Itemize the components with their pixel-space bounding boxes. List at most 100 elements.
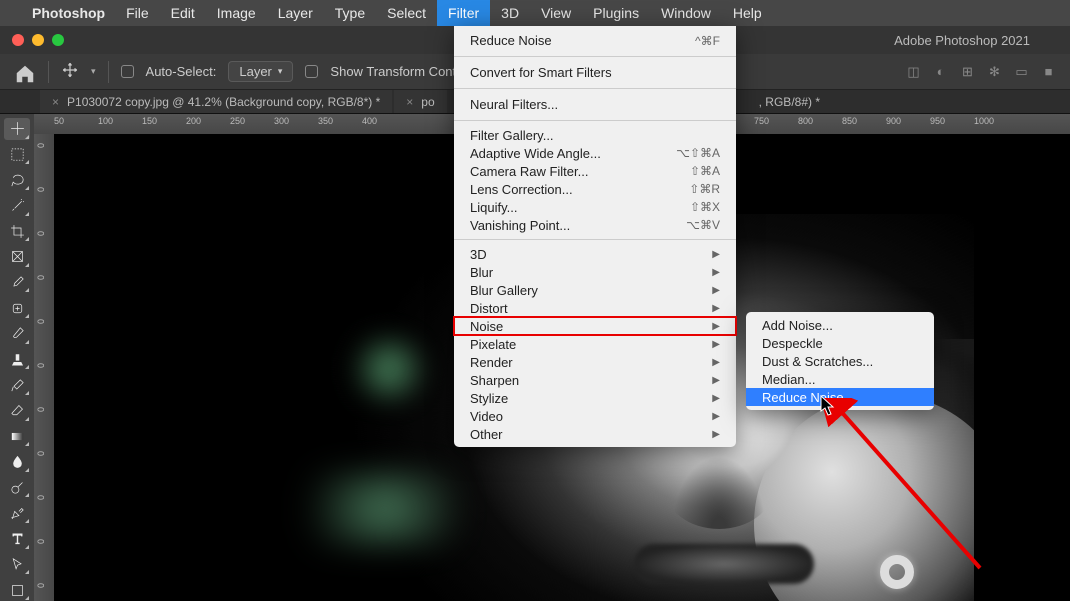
submenu-item-median[interactable]: Median... bbox=[746, 370, 934, 388]
tool-chevron-icon[interactable]: ▾ bbox=[91, 66, 96, 77]
screen-mode-icon[interactable]: ▭ bbox=[1014, 64, 1029, 79]
submenu-chevron-icon: ▶ bbox=[712, 429, 720, 440]
blur-tool[interactable] bbox=[4, 451, 30, 473]
menu-item-label: Convert for Smart Filters bbox=[470, 65, 612, 80]
brush-tool[interactable] bbox=[4, 323, 30, 345]
menu-item-vanishing-point[interactable]: Vanishing Point...⌥⌘V bbox=[454, 216, 736, 234]
menu-item-blur[interactable]: Blur▶ bbox=[454, 263, 736, 281]
document-tab[interactable]: × po bbox=[394, 90, 446, 113]
eyedropper-tool[interactable] bbox=[4, 272, 30, 294]
gradient-tool[interactable] bbox=[4, 426, 30, 448]
menu-file[interactable]: File bbox=[115, 0, 160, 26]
show-transform-checkbox[interactable] bbox=[305, 65, 318, 78]
menu-item-label: Reduce Noise bbox=[470, 33, 552, 48]
menu-item-stylize[interactable]: Stylize ▶ bbox=[454, 389, 736, 407]
ruler-tick: 0 bbox=[36, 187, 46, 192]
document-tab[interactable]: × P1030072 copy.jpg @ 41.2% (Background … bbox=[40, 90, 392, 113]
tab-label: P1030072 copy.jpg @ 41.2% (Background co… bbox=[67, 95, 380, 109]
traffic-close[interactable] bbox=[12, 34, 24, 46]
magic-wand-tool[interactable] bbox=[4, 195, 30, 217]
menu-item-blur-gallery[interactable]: Blur Gallery▶ bbox=[454, 281, 736, 299]
menu-item-neural-filters[interactable]: Neural Filters... bbox=[454, 94, 736, 115]
app-name[interactable]: Photoshop bbox=[32, 5, 105, 21]
submenu-item-despeckle[interactable]: Despeckle bbox=[746, 334, 934, 352]
move-tool-icon[interactable] bbox=[61, 61, 79, 82]
submenu-item-reduce-noise[interactable]: Reduce Noise... bbox=[746, 388, 934, 406]
menu-item-camera-raw[interactable]: Camera Raw Filter...⇧⌘A bbox=[454, 162, 736, 180]
home-icon[interactable] bbox=[14, 63, 36, 81]
menu-edit[interactable]: Edit bbox=[160, 0, 206, 26]
menu-item-convert-smart[interactable]: Convert for Smart Filters bbox=[454, 62, 736, 83]
close-icon[interactable]: × bbox=[52, 95, 59, 109]
menu-window[interactable]: Window bbox=[650, 0, 722, 26]
submenu-item-dust-scratches[interactable]: Dust & Scratches... bbox=[746, 352, 934, 370]
menu-view[interactable]: View bbox=[530, 0, 582, 26]
menu-item-label: Other bbox=[470, 427, 503, 442]
shape-tool[interactable] bbox=[4, 579, 30, 601]
frame-tool[interactable] bbox=[4, 246, 30, 268]
menu-item-label: Noise bbox=[470, 319, 503, 334]
pen-tool[interactable] bbox=[4, 502, 30, 524]
crop-tool[interactable] bbox=[4, 221, 30, 243]
grid-icon[interactable]: ⊞ bbox=[960, 64, 975, 79]
menu-select[interactable]: Select bbox=[376, 0, 437, 26]
tab-label: po bbox=[421, 95, 434, 109]
menu-item-pixelate[interactable]: Pixelate▶ bbox=[454, 335, 736, 353]
menu-image[interactable]: Image bbox=[206, 0, 267, 26]
auto-select-checkbox[interactable] bbox=[121, 65, 134, 78]
menu-separator bbox=[454, 88, 736, 89]
menu-layer[interactable]: Layer bbox=[267, 0, 324, 26]
healing-brush-tool[interactable] bbox=[4, 297, 30, 319]
menu-filter[interactable]: Filter bbox=[437, 0, 490, 26]
menu-item-label: Stylize bbox=[470, 391, 508, 406]
gear-icon[interactable]: ✻ bbox=[987, 64, 1002, 79]
clone-stamp-tool[interactable] bbox=[4, 349, 30, 371]
menu-item-adaptive-wide-angle[interactable]: Adaptive Wide Angle...⌥⇧⌘A bbox=[454, 144, 736, 162]
menu-item-last-filter[interactable]: Reduce Noise^⌘F bbox=[454, 30, 736, 51]
type-tool[interactable] bbox=[4, 528, 30, 550]
path-selection-tool[interactable] bbox=[4, 554, 30, 576]
dodge-tool[interactable] bbox=[4, 477, 30, 499]
close-icon[interactable]: × bbox=[406, 95, 413, 109]
menu-item-distort[interactable]: Distort▶ bbox=[454, 299, 736, 317]
menu-plugins[interactable]: Plugins bbox=[582, 0, 650, 26]
auto-select-dropdown[interactable]: Layer ▾ bbox=[228, 61, 293, 82]
menu-3d[interactable]: 3D bbox=[490, 0, 530, 26]
menu-item-render[interactable]: Render▶ bbox=[454, 353, 736, 371]
move-tool[interactable] bbox=[4, 118, 30, 140]
marquee-tool[interactable] bbox=[4, 144, 30, 166]
menu-help[interactable]: Help bbox=[722, 0, 773, 26]
eraser-tool[interactable] bbox=[4, 400, 30, 422]
menu-item-filter-gallery[interactable]: Filter Gallery... bbox=[454, 126, 736, 144]
menu-item-lens-correction[interactable]: Lens Correction...⇧⌘R bbox=[454, 180, 736, 198]
menu-item-sharpen[interactable]: Sharpen ▶ bbox=[454, 371, 736, 389]
menu-item-label: Lens Correction... bbox=[470, 182, 573, 197]
ruler-tick: 0 bbox=[36, 143, 46, 148]
menu-item-3d[interactable]: 3D▶ bbox=[454, 245, 736, 263]
history-brush-tool[interactable] bbox=[4, 374, 30, 396]
menu-item-video[interactable]: Video▶ bbox=[454, 407, 736, 425]
menu-item-label: Distort bbox=[470, 301, 508, 316]
3d-mode-icon[interactable]: ◫ bbox=[906, 64, 921, 79]
menu-item-liquify[interactable]: Liquify...⇧⌘X bbox=[454, 198, 736, 216]
menu-item-label: Sharpen bbox=[470, 373, 519, 388]
ruler-tick: 0 bbox=[36, 231, 46, 236]
traffic-zoom[interactable] bbox=[52, 34, 64, 46]
menu-item-label: Reduce Noise... bbox=[762, 390, 855, 405]
ruler-tick: 250 bbox=[230, 116, 245, 126]
ruler-tick: 950 bbox=[930, 116, 945, 126]
submenu-chevron-icon: ▶ bbox=[712, 375, 720, 386]
menu-separator bbox=[454, 239, 736, 240]
menu-type[interactable]: Type bbox=[324, 0, 376, 26]
submenu-chevron-icon: ▶ bbox=[712, 393, 720, 404]
menu-separator bbox=[454, 56, 736, 57]
menu-item-noise[interactable]: Noise▶ bbox=[454, 317, 736, 335]
menu-item-label: Despeckle bbox=[762, 336, 823, 351]
submenu-item-add-noise[interactable]: Add Noise... bbox=[746, 316, 934, 334]
lasso-tool[interactable] bbox=[4, 169, 30, 191]
menu-item-label: Pixelate bbox=[470, 337, 516, 352]
menu-item-other[interactable]: Other ▶ bbox=[454, 425, 736, 443]
quickmask-icon[interactable]: ◐ bbox=[933, 64, 948, 79]
video-icon[interactable]: ■ bbox=[1041, 64, 1056, 79]
traffic-minimize[interactable] bbox=[32, 34, 44, 46]
